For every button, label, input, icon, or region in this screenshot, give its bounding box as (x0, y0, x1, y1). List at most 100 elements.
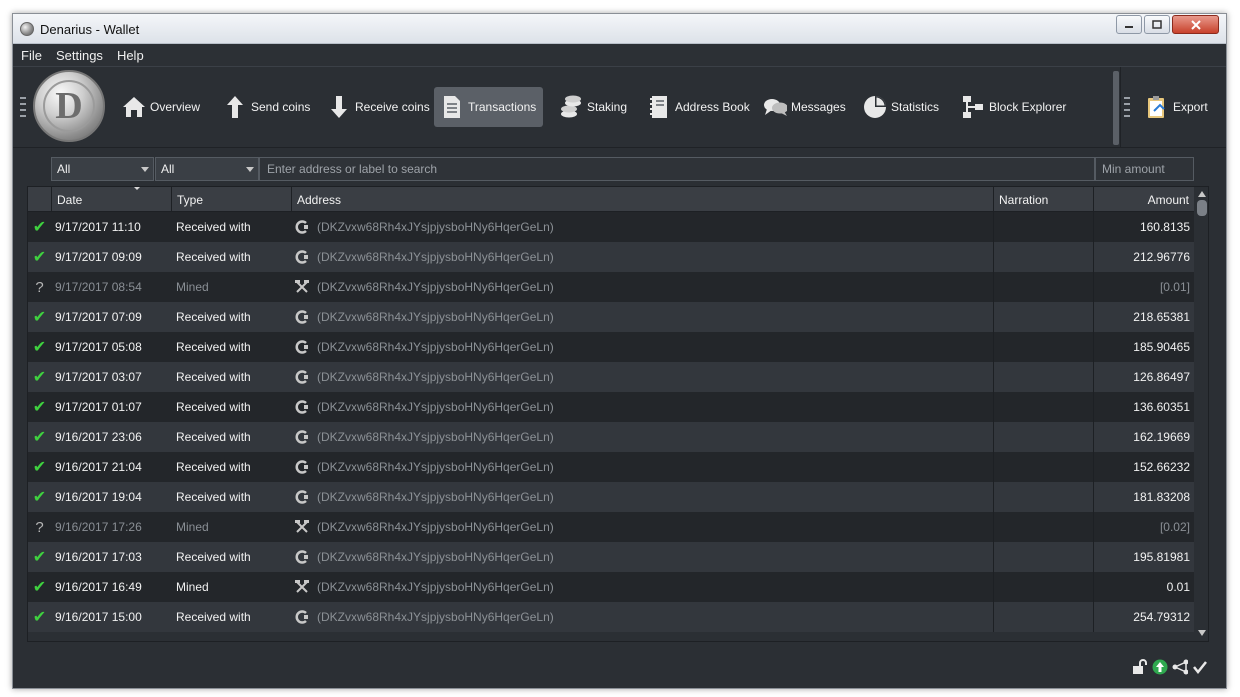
row-status: ? (28, 512, 51, 542)
row-type: Mined (176, 580, 209, 594)
confirmed-check-icon: ✔ (32, 309, 47, 326)
scroll-up-icon[interactable] (1198, 191, 1206, 197)
table-row[interactable]: ✔ 9/17/2017 07:09 Received with (DKZvxw68Rh… (28, 302, 1194, 332)
row-amount: 0.01 (1093, 572, 1194, 602)
row-narration (993, 242, 1093, 272)
row-type: Received with (176, 220, 251, 234)
toolbar-grip-handle-right[interactable] (1124, 97, 1130, 119)
table-row[interactable]: ✔ 9/17/2017 11:10 Received with (DKZvxw68Rh… (28, 212, 1194, 242)
toolbar-splitter[interactable] (1113, 71, 1119, 145)
table-row[interactable]: ? 9/16/2017 17:26 Mined (DKZvxw68Rh4xJYsjpj… (28, 512, 1194, 542)
toolbar-grip-handle[interactable] (20, 97, 26, 119)
row-address: (DKZvxw68Rh4xJYsjpjysboHNy6HqerGeLn) (292, 512, 992, 542)
window-title: Denarius - Wallet (40, 22, 140, 37)
row-address: (DKZvxw68Rh4xJYsjpjysboHNy6HqerGeLn) (292, 302, 992, 332)
row-narration (993, 302, 1093, 332)
type-column-header[interactable]: Type (172, 187, 292, 212)
status-icons (1132, 659, 1208, 675)
table-row[interactable]: ✔ 9/16/2017 15:00 Received with (DKZvxw68Rh… (28, 602, 1194, 632)
row-address: (DKZvxw68Rh4xJYsjpjysboHNy6HqerGeLn) (292, 242, 992, 272)
table-row[interactable]: ✔ 9/16/2017 16:49 Mined (DKZvxw68Rh4xJYsjpj… (28, 572, 1194, 602)
maximize-button[interactable] (1144, 15, 1170, 34)
table-row[interactable]: ✔ 9/17/2017 01:07 Received with (DKZvxw68Rh… (28, 392, 1194, 422)
row-narration (993, 452, 1093, 482)
scroll-thumb[interactable] (1197, 200, 1207, 216)
table-row[interactable]: ✔ 9/16/2017 17:03 Received with (DKZvxw68Rh… (28, 542, 1194, 572)
statistics-label: Statistics (891, 100, 940, 114)
confirmed-check-icon: ✔ (32, 609, 47, 626)
staking-button[interactable]: Staking (553, 87, 633, 127)
row-type: Received with (176, 430, 251, 444)
table-row[interactable]: ✔ 9/16/2017 23:06 Received with (DKZvxw68Rh… (28, 422, 1194, 452)
vertical-scrollbar[interactable] (1194, 187, 1208, 641)
row-date: 9/16/2017 17:03 (55, 550, 142, 564)
address-book-button[interactable]: Address Book (641, 87, 756, 127)
table-row[interactable]: ? 9/17/2017 08:54 Mined (DKZvxw68Rh4xJYsjpj… (28, 272, 1194, 302)
row-address-text: (DKZvxw68Rh4xJYsjpjysboHNy6HqerGeLn) (317, 460, 554, 474)
lock-open-icon[interactable] (1132, 659, 1148, 675)
synced-check-icon[interactable] (1192, 659, 1208, 675)
logo-ring: D (43, 80, 95, 132)
receive-coins-button[interactable]: Receive coins (321, 87, 436, 127)
row-narration (993, 212, 1093, 242)
row-date: 9/17/2017 09:09 (55, 250, 142, 264)
type-header-label: Type (177, 192, 204, 207)
staking-arrow-icon[interactable] (1152, 659, 1168, 675)
row-address-text: (DKZvxw68Rh4xJYsjpjysboHNy6HqerGeLn) (317, 520, 554, 534)
row-address: (DKZvxw68Rh4xJYsjpjysboHNy6HqerGeLn) (292, 572, 992, 602)
search-input[interactable]: Enter address or label to search (259, 157, 1095, 181)
min-amount-input[interactable]: Min amount (1095, 157, 1194, 181)
received-arrow-icon (295, 550, 309, 564)
table-row[interactable]: ✔ 9/17/2017 05:08 Received with (DKZvxw68Rh… (28, 332, 1194, 362)
row-address: (DKZvxw68Rh4xJYsjpjysboHNy6HqerGeLn) (292, 362, 992, 392)
block-explorer-button[interactable]: Block Explorer (955, 87, 1072, 127)
close-button[interactable] (1172, 15, 1219, 34)
date-column-header[interactable]: Date (52, 187, 172, 212)
overview-button[interactable]: Overview (116, 87, 206, 127)
statistics-button[interactable]: Statistics (857, 87, 945, 127)
type-filter-select[interactable]: All (155, 157, 259, 181)
row-address-text: (DKZvxw68Rh4xJYsjpjysboHNy6HqerGeLn) (317, 250, 554, 264)
row-address-text: (DKZvxw68Rh4xJYsjpjysboHNy6HqerGeLn) (317, 400, 554, 414)
row-narration (993, 572, 1093, 602)
row-address-text: (DKZvxw68Rh4xJYsjpjysboHNy6HqerGeLn) (317, 340, 554, 354)
row-narration (993, 512, 1093, 542)
row-amount: 136.60351 (1093, 392, 1194, 422)
row-status: ✔ (28, 242, 51, 272)
menu-help[interactable]: Help (111, 48, 150, 63)
minimize-button[interactable] (1116, 15, 1142, 34)
mined-tools-icon (295, 580, 309, 594)
amount-header-label: Amount (1147, 192, 1189, 207)
received-arrow-icon (295, 460, 309, 474)
menu-file[interactable]: File (15, 48, 48, 63)
row-status: ✔ (28, 422, 51, 452)
row-address-text: (DKZvxw68Rh4xJYsjpjysboHNy6HqerGeLn) (317, 490, 554, 504)
send-coins-button[interactable]: Send coins (217, 87, 316, 127)
row-address: (DKZvxw68Rh4xJYsjpjysboHNy6HqerGeLn) (292, 212, 992, 242)
row-narration (993, 332, 1093, 362)
received-arrow-icon (295, 250, 309, 264)
table-row[interactable]: ✔ 9/17/2017 03:07 Received with (DKZvxw68Rh… (28, 362, 1194, 392)
status-bar (13, 646, 1226, 688)
narration-column-header[interactable]: Narration (994, 187, 1094, 212)
address-column-header[interactable]: Address (292, 187, 994, 212)
row-amount: 181.83208 (1093, 482, 1194, 512)
export-button[interactable]: Export (1139, 87, 1214, 127)
network-icon[interactable] (1172, 659, 1188, 675)
table-row[interactable]: ✔ 9/16/2017 21:04 Received with (DKZvxw68Rh… (28, 452, 1194, 482)
messages-button[interactable]: Messages (757, 87, 852, 127)
confirmed-check-icon: ✔ (32, 429, 47, 446)
row-address-text: (DKZvxw68Rh4xJYsjpjysboHNy6HqerGeLn) (317, 610, 554, 624)
status-column-header[interactable] (28, 187, 52, 212)
logo-letter: D (55, 85, 83, 127)
maximize-icon (1152, 20, 1162, 29)
amount-column-header[interactable]: Amount (1094, 187, 1194, 212)
received-arrow-icon (295, 370, 309, 384)
date-filter-select[interactable]: All (51, 157, 154, 181)
transactions-button[interactable]: Transactions (434, 87, 543, 127)
scroll-down-icon[interactable] (1198, 630, 1206, 636)
menu-settings[interactable]: Settings (50, 48, 109, 63)
table-row[interactable]: ✔ 9/17/2017 09:09 Received with (DKZvxw68Rh… (28, 242, 1194, 272)
table-row[interactable]: ✔ 9/16/2017 19:04 Received with (DKZvxw68Rh… (28, 482, 1194, 512)
row-type: Received with (176, 310, 251, 324)
